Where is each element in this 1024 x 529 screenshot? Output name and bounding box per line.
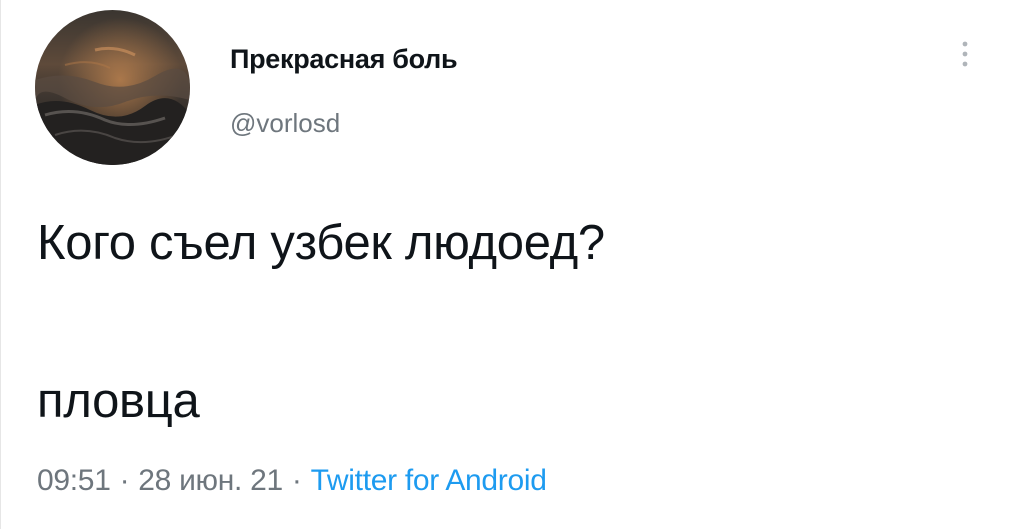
avatar-image [35,10,190,165]
card-border [0,0,1,529]
user-handle[interactable]: @vorlosd [230,108,457,138]
user-names: Прекрасная боль @vorlosd [230,43,458,138]
tweet-header: Прекрасная боль @vorlosd [35,10,458,165]
more-vertical-icon[interactable] [955,36,975,76]
tweet-source-link[interactable]: Twitter for Android [311,464,547,497]
meta-separator: · [119,464,130,497]
meta-separator: · [291,464,302,497]
tweet-meta: 09:51 · 28 июн. 21 · Twitter for Android [37,461,547,501]
tweet-card: Прекрасная боль @vorlosd Кого съел узбек… [0,0,1024,529]
display-name[interactable]: Прекрасная боль [230,43,458,75]
tweet-date[interactable]: 28 июн. 21 [138,464,283,497]
tweet-time[interactable]: 09:51 [37,464,111,497]
avatar[interactable] [35,10,190,165]
tweet-text-line-2: пловца [37,374,200,428]
tweet-text-line-1: Кого съел узбек людоед? [37,216,605,270]
